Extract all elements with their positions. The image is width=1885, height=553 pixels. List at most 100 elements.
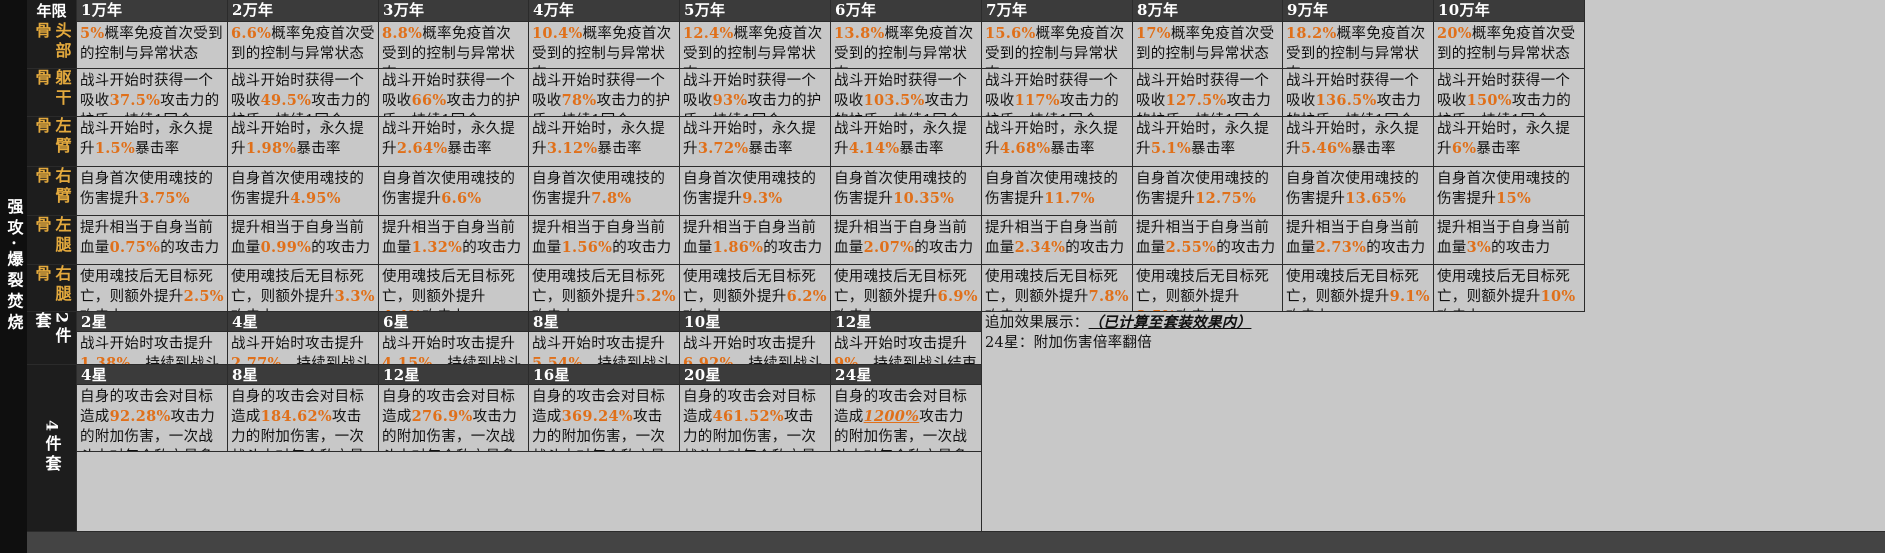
bone-effect-cell[interactable]: 提升相当于自身当前血量0.75%的攻击力 (77, 216, 228, 265)
bone-effect-cell[interactable]: 提升相当于自身当前血量1.56%的攻击力 (529, 216, 680, 265)
bone-effect-cell[interactable]: 自身首次使用魂技的伤害提升13.65% (1283, 167, 1434, 216)
bone-effect-cell[interactable]: 提升相当于自身当前血量1.86%的攻击力 (680, 216, 831, 265)
bone-effect-cell[interactable]: 战斗开始时，永久提升5.46%暴击率 (1283, 117, 1434, 167)
bone-effect-cell[interactable]: 5%概率免疫首次受到的控制与异常状态 (77, 22, 228, 69)
set4-star-header[interactable]: 24星 (831, 365, 982, 385)
bone-effect-cell[interactable]: 提升相当于自身当前血量2.07%的攻击力 (831, 216, 982, 265)
set2-effect-cell[interactable]: 战斗开始时攻击提升4.15%，持续到战斗结束 (379, 332, 529, 365)
bone-effect-cell[interactable]: 使用魂技后无目标死亡，则额外提升3.3%攻击力 (228, 265, 379, 312)
set2-effect-cell[interactable]: 战斗开始时攻击提升2.77%，持续到战斗结束 (228, 332, 379, 365)
bone-effect-cell[interactable]: 13.8%概率免疫首次受到的控制与异常状态 (831, 22, 982, 69)
bone-effect-cell[interactable]: 战斗开始时获得一个吸收103.5%攻击力的护盾，持续1回合 (831, 69, 982, 117)
bone-effect-cell[interactable]: 6.6%概率免疫首次受到的控制与异常状态 (228, 22, 379, 69)
set2-effect-cell[interactable]: 战斗开始时攻击提升6.92%，持续到战斗结束 (680, 332, 831, 365)
bone-effect-cell[interactable]: 17%概率免疫首次受到的控制与异常状态 (1133, 22, 1283, 69)
set2-star-header[interactable]: 10星 (680, 312, 831, 332)
bone-effect-cell[interactable]: 18.2%概率免疫首次受到的控制与异常状态 (1283, 22, 1434, 69)
bone-effect-cell[interactable]: 提升相当于自身当前血量1.32%的攻击力 (379, 216, 529, 265)
set2-star-header[interactable]: 4星 (228, 312, 379, 332)
bone-effect-cell[interactable]: 战斗开始时获得一个吸收127.5%攻击力的护盾，持续1回合 (1133, 69, 1283, 117)
bone-effect-cell[interactable]: 自身首次使用魂技的伤害提升7.8% (529, 167, 680, 216)
year-header[interactable]: 9万年 (1283, 0, 1434, 22)
bone-effect-cell[interactable]: 战斗开始时获得一个吸收93%攻击力的护盾，持续1回合 (680, 69, 831, 117)
bone-effect-cell[interactable]: 使用魂技后无目标死亡，则额外提升9.1%攻击力 (1283, 265, 1434, 312)
set4-effect-cell[interactable]: 自身的攻击会对目标造成1200%攻击力的附加伤害，一次战斗中对每个敌方最多触发一… (831, 385, 982, 452)
bone-effect-cell[interactable]: 使用魂技后无目标死亡，则额外提升6.9%攻击力 (831, 265, 982, 312)
set4-star-header[interactable]: 20星 (680, 365, 831, 385)
bone-effect-cell[interactable]: 自身首次使用魂技的伤害提升11.7% (982, 167, 1133, 216)
set4-star-header[interactable]: 16星 (529, 365, 680, 385)
year-header[interactable]: 3万年 (379, 0, 529, 22)
bone-effect-cell[interactable]: 提升相当于自身当前血量0.99%的攻击力 (228, 216, 379, 265)
bone-effect-cell[interactable]: 20%概率免疫首次受到的控制与异常状态 (1434, 22, 1585, 69)
bone-effect-cell[interactable]: 战斗开始时获得一个吸收117%攻击力的护盾，持续1回合 (982, 69, 1133, 117)
set4-effect-cell[interactable]: 自身的攻击会对目标造成369.24%攻击力的附加伤害，一次战斗中对每个敌方最多触… (529, 385, 680, 452)
bone-effect-cell[interactable]: 使用魂技后无目标死亡，则额外提升8.5%攻击力 (1133, 265, 1283, 312)
bone-effect-cell[interactable]: 提升相当于自身当前血量2.34%的攻击力 (982, 216, 1133, 265)
set4-star-header[interactable]: 12星 (379, 365, 529, 385)
effect-value: 1.56% (561, 239, 613, 256)
set2-star-header[interactable]: 8星 (529, 312, 680, 332)
bone-effect-cell[interactable]: 自身首次使用魂技的伤害提升6.6% (379, 167, 529, 216)
bone-effect-cell[interactable]: 战斗开始时获得一个吸收136.5%攻击力的护盾，持续1回合 (1283, 69, 1434, 117)
bone-effect-cell[interactable]: 使用魂技后无目标死亡，则额外提升7.8%攻击力 (982, 265, 1133, 312)
set2-effect-cell[interactable]: 战斗开始时攻击提升5.54%，持续到战斗结束 (529, 332, 680, 365)
bone-effect-cell[interactable]: 自身首次使用魂技的伤害提升3.75% (77, 167, 228, 216)
bone-effect-cell[interactable]: 战斗开始时，永久提升1.5%暴击率 (77, 117, 228, 167)
year-header[interactable]: 10万年 (1434, 0, 1585, 22)
bone-effect-cell[interactable]: 战斗开始时，永久提升5.1%暴击率 (1133, 117, 1283, 167)
effect-value: 117% (1014, 92, 1060, 109)
bone-effect-cell[interactable]: 战斗开始时获得一个吸收150%攻击力的护盾，持续1回合 (1434, 69, 1585, 117)
bone-effect-cell[interactable]: 战斗开始时，永久提升2.64%暴击率 (379, 117, 529, 167)
bone-effect-cell[interactable]: 战斗开始时，永久提升3.12%暴击率 (529, 117, 680, 167)
year-header[interactable]: 8万年 (1133, 0, 1283, 22)
set2-star-header[interactable]: 2星 (77, 312, 228, 332)
set2-star-header[interactable]: 6星 (379, 312, 529, 332)
year-header[interactable]: 7万年 (982, 0, 1133, 22)
effect-text: 战斗开始时攻击提升 (231, 336, 365, 352)
set2-effect-cell[interactable]: 战斗开始时攻击提升1.38%，持续到战斗结束 (77, 332, 228, 365)
set4-effect-cell[interactable]: 自身的攻击会对目标造成184.62%攻击力的附加伤害，一次战斗中对每个敌方最多触… (228, 385, 379, 452)
bone-effect-cell[interactable]: 12.4%概率免疫首次受到的控制与异常状态 (680, 22, 831, 69)
bone-effect-cell[interactable]: 自身首次使用魂技的伤害提升15% (1434, 167, 1585, 216)
bone-effect-cell[interactable]: 15.6%概率免疫首次受到的控制与异常状态 (982, 22, 1133, 69)
bone-effect-cell[interactable]: 自身首次使用魂技的伤害提升9.3% (680, 167, 831, 216)
year-header[interactable]: 6万年 (831, 0, 982, 22)
bone-effect-cell[interactable]: 使用魂技后无目标死亡，则额外提升5.2%攻击力 (529, 265, 680, 312)
bone-effect-cell[interactable]: 战斗开始时，永久提升4.68%暴击率 (982, 117, 1133, 167)
effect-value: 2.5% (183, 288, 224, 305)
set4-effect-cell[interactable]: 自身的攻击会对目标造成461.52%攻击力的附加伤害，一次战斗中对每个敌方最多触… (680, 385, 831, 452)
bone-effect-cell[interactable]: 战斗开始时获得一个吸收37.5%攻击力的护盾，持续1回合 (77, 69, 228, 117)
year-header[interactable]: 5万年 (680, 0, 831, 22)
bone-effect-cell[interactable]: 使用魂技后无目标死亡，则额外提升4.4%攻击力 (379, 265, 529, 312)
bone-effect-cell[interactable]: 战斗开始时，永久提升1.98%暴击率 (228, 117, 379, 167)
bone-effect-cell[interactable]: 自身首次使用魂技的伤害提升10.35% (831, 167, 982, 216)
bone-effect-cell[interactable]: 提升相当于自身当前血量2.73%的攻击力 (1283, 216, 1434, 265)
set4-effect-cell[interactable]: 自身的攻击会对目标造成276.9%攻击力的附加伤害，一次战斗中对每个敌方最多触发… (379, 385, 529, 452)
bone-effect-cell[interactable]: 使用魂技后无目标死亡，则额外提升6.2%攻击力 (680, 265, 831, 312)
bone-effect-cell[interactable]: 战斗开始时，永久提升3.72%暴击率 (680, 117, 831, 167)
set4-effect-cell[interactable]: 自身的攻击会对目标造成92.28%攻击力的附加伤害，一次战斗中对每个敌方最多触发… (77, 385, 228, 452)
bone-effect-cell[interactable]: 提升相当于自身当前血量3%的攻击力 (1434, 216, 1585, 265)
bone-effect-cell[interactable]: 提升相当于自身当前血量2.55%的攻击力 (1133, 216, 1283, 265)
bone-effect-cell[interactable]: 战斗开始时，永久提升4.14%暴击率 (831, 117, 982, 167)
year-header[interactable]: 2万年 (228, 0, 379, 22)
bone-effect-cell[interactable]: 战斗开始时获得一个吸收49.5%攻击力的护盾，持续1回合 (228, 69, 379, 117)
bone-effect-cell[interactable]: 10.4%概率免疫首次受到的控制与异常状态 (529, 22, 680, 69)
set4-star-header[interactable]: 4星 (77, 365, 228, 385)
bone-effect-cell[interactable]: 自身首次使用魂技的伤害提升4.95% (228, 167, 379, 216)
bone-effect-cell[interactable]: 自身首次使用魂技的伤害提升12.75% (1133, 167, 1283, 216)
set2-effect-cell[interactable]: 战斗开始时攻击提升 9%，持续到战斗结束 (831, 332, 982, 365)
bone-effect-cell[interactable]: 使用魂技后无目标死亡，则额外提升10%攻击力 (1434, 265, 1585, 312)
set4-star-header[interactable]: 8星 (228, 365, 379, 385)
bone-effect-cell[interactable]: 8.8%概率免疫首次受到的控制与异常状态 (379, 22, 529, 69)
bone-effect-cell[interactable]: 使用魂技后无目标死亡，则额外提升2.5%攻击力 (77, 265, 228, 312)
year-header[interactable]: 4万年 (529, 0, 680, 22)
year-header[interactable]: 1万年 (77, 0, 228, 22)
effect-value: 150% (1466, 92, 1512, 109)
bone-effect-cell[interactable]: 战斗开始时，永久提升6%暴击率 (1434, 117, 1585, 167)
bone-effect-cell[interactable]: 战斗开始时获得一个吸收66%攻击力的护盾，持续1回合 (379, 69, 529, 117)
set2-star-header[interactable]: 12星 (831, 312, 982, 332)
effect-value: 13.65% (1345, 190, 1407, 207)
bone-effect-cell[interactable]: 战斗开始时获得一个吸收78%攻击力的护盾，持续1回合 (529, 69, 680, 117)
